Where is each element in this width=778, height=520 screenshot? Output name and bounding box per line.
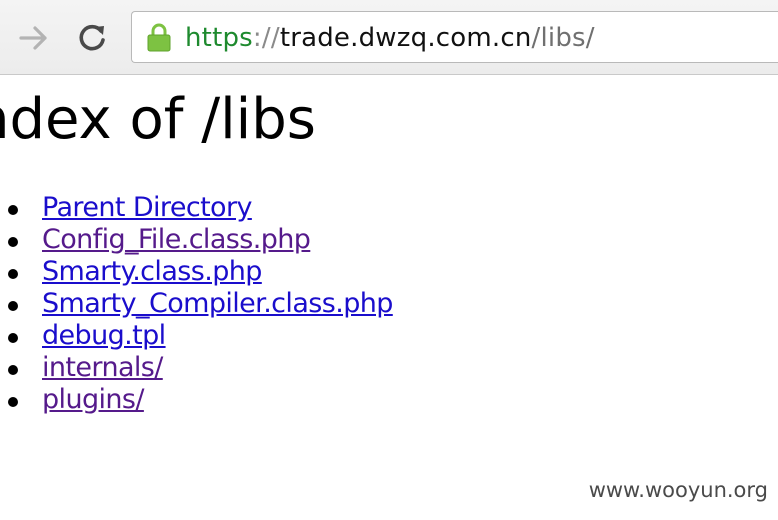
arrow-right-icon [19,26,47,50]
browser-toolbar: https://trade.dwzq.com.cn/libs/ [0,0,778,75]
bullet-icon [8,205,18,215]
list-item: Smarty_Compiler.class.php [0,288,393,320]
file-link[interactable]: Smarty_Compiler.class.php [42,288,393,319]
file-link[interactable]: Parent Directory [42,192,252,223]
file-link[interactable]: Config_File.class.php [42,224,311,255]
bullet-icon [8,365,18,375]
reload-button[interactable] [72,18,112,58]
list-item: Smarty.class.php [0,256,393,288]
bullet-icon [8,333,18,343]
bullet-icon [8,269,18,279]
list-item: Parent Directory [0,192,393,224]
reload-icon [79,24,105,51]
list-item: Config_File.class.php [0,224,393,256]
file-link[interactable]: plugins/ [42,384,144,415]
bullet-icon [8,237,18,247]
bullet-icon [8,397,18,407]
url-scheme: https [185,23,253,53]
url-separator: :// [252,23,280,53]
list-item: plugins/ [0,384,393,416]
file-link[interactable]: Smarty.class.php [42,256,262,287]
list-item: debug.tpl [0,320,393,352]
file-link[interactable]: debug.tpl [42,320,166,351]
lock-icon [147,23,171,52]
forward-button[interactable] [14,18,54,58]
file-link[interactable]: internals/ [42,352,163,383]
url-host: trade.dwzq.com.cn [279,23,532,53]
address-bar[interactable]: https://trade.dwzq.com.cn/libs/ [131,11,778,63]
page-title: ndex of /libs [0,87,316,152]
url-text: https://trade.dwzq.com.cn/libs/ [185,21,595,55]
file-list: Parent Directory Config_File.class.php Sma… [0,192,393,416]
list-item: internals/ [0,352,393,384]
bullet-icon [8,301,18,311]
watermark: www.wooyun.org [588,478,768,502]
url-path: /libs/ [531,23,595,53]
